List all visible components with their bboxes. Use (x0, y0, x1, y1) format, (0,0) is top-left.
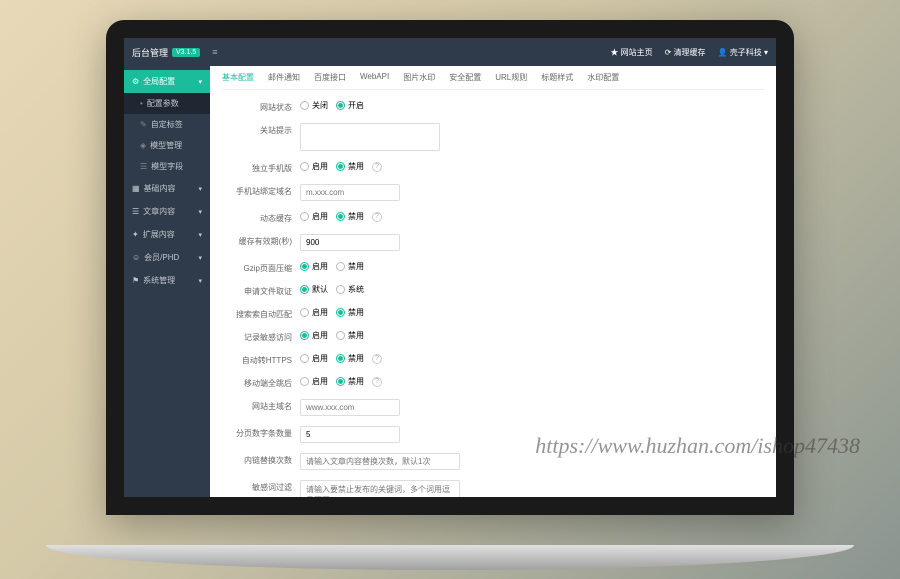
cache-time-label: 缓存有效期(秒) (222, 234, 300, 247)
help-icon[interactable]: ? (372, 377, 382, 387)
search-auto-disable[interactable]: 禁用 (336, 307, 364, 318)
dyn-cache-enable[interactable]: 启用 (300, 211, 328, 222)
app-header: 后台管理 V3.1.5 ≡ ★ 网站主页 ⟳ 清理缓存 👤 壳子科技 ▾ (124, 38, 776, 66)
site-status-close[interactable]: 关闭 (300, 100, 328, 111)
sidebar-item-system[interactable]: ⚑系统管理▾ (124, 269, 210, 292)
mobile-jump-label: 移动端全跳后 (222, 376, 300, 389)
inlink-input[interactable] (300, 453, 460, 470)
tab-mail[interactable]: 邮件通知 (268, 72, 300, 83)
https-disable[interactable]: 禁用 (336, 353, 364, 364)
main-domain-input[interactable] (300, 399, 400, 416)
search-auto-enable[interactable]: 启用 (300, 307, 328, 318)
tab-title[interactable]: 标题样式 (541, 72, 573, 83)
log-disable[interactable]: 禁用 (336, 330, 364, 341)
page-num-input[interactable] (300, 426, 400, 443)
clear-cache-link[interactable]: ⟳ 清理缓存 (665, 47, 706, 58)
mobile-jump-disable[interactable]: 禁用 (336, 376, 364, 387)
tab-baidu[interactable]: 百度接口 (314, 72, 346, 83)
version-badge: V3.1.5 (172, 48, 200, 57)
sidebar-item-global[interactable]: ⚙ 全局配置 ▾ (124, 70, 210, 93)
help-icon[interactable]: ? (372, 354, 382, 364)
inlink-label: 内链替换次数 (222, 453, 300, 466)
sidebar-item-member[interactable]: ☺会员/PHD▾ (124, 246, 210, 269)
mobile-disable[interactable]: 禁用 (336, 161, 364, 172)
sidebar-sub-tags[interactable]: ✎自定标签 (124, 114, 210, 135)
apply-system[interactable]: 系统 (336, 284, 364, 295)
search-auto-label: 搜索索自动匹配 (222, 307, 300, 320)
https-label: 自动转HTTPS (222, 353, 300, 366)
mobile-enable[interactable]: 启用 (300, 161, 328, 172)
menu-toggle-icon[interactable]: ≡ (212, 47, 217, 57)
user-menu[interactable]: 👤 壳子科技 ▾ (718, 47, 768, 58)
tab-security[interactable]: 安全配置 (449, 72, 481, 83)
sidebar-item-base[interactable]: ▦基础内容▾ (124, 177, 210, 200)
mobile-domain-label: 手机站绑定域名 (222, 184, 300, 197)
tab-wm2[interactable]: 水印配置 (587, 72, 619, 83)
log-enable[interactable]: 启用 (300, 330, 328, 341)
sidebar-sub-fields[interactable]: ☰模型字段 (124, 156, 210, 177)
sidebar-sub-model[interactable]: ◈模型管理 (124, 135, 210, 156)
main-panel: 基本配置 邮件通知 百度接口 WebAPI 图片水印 安全配置 URL规则 标题… (210, 66, 776, 497)
help-icon[interactable]: ? (372, 212, 382, 222)
site-status-open[interactable]: 开启 (336, 100, 364, 111)
sidebar-item-ext[interactable]: ✦扩展内容▾ (124, 223, 210, 246)
tab-webapi[interactable]: WebAPI (360, 72, 389, 83)
filter-textarea[interactable] (300, 480, 460, 497)
gzip-disable[interactable]: 禁用 (336, 261, 364, 272)
dyn-cache-label: 动态缓存 (222, 211, 300, 224)
mobile-label: 独立手机版 (222, 161, 300, 174)
tab-watermark[interactable]: 图片水印 (403, 72, 435, 83)
filter-label: 敏感词过滤 (222, 480, 300, 493)
gzip-label: Gzip页面压缩 (222, 261, 300, 274)
apply-default[interactable]: 默认 (300, 284, 328, 295)
app-title: 后台管理 (132, 46, 168, 59)
close-tip-textarea[interactable] (300, 123, 440, 151)
sidebar-item-article[interactable]: ☰文章内容▾ (124, 200, 210, 223)
tab-url[interactable]: URL规则 (495, 72, 527, 83)
dyn-cache-disable[interactable]: 禁用 (336, 211, 364, 222)
page-num-label: 分页数字条数量 (222, 426, 300, 439)
close-tip-label: 关站提示 (222, 123, 300, 136)
tab-bar: 基本配置 邮件通知 百度接口 WebAPI 图片水印 安全配置 URL规则 标题… (222, 72, 764, 90)
sidebar: ⚙ 全局配置 ▾ •配置参数 ✎自定标签 ◈模型管理 ☰模型字段 ▦基础内容▾ … (124, 66, 210, 497)
log-label: 记录敏感访问 (222, 330, 300, 343)
https-enable[interactable]: 启用 (300, 353, 328, 364)
mobile-jump-enable[interactable]: 启用 (300, 376, 328, 387)
help-icon[interactable]: ? (372, 162, 382, 172)
cache-time-input[interactable] (300, 234, 400, 251)
home-link[interactable]: ★ 网站主页 (610, 47, 652, 58)
gzip-enable[interactable]: 启用 (300, 261, 328, 272)
main-domain-label: 网站主域名 (222, 399, 300, 412)
apply-label: 申请文件取证 (222, 284, 300, 297)
tab-basic[interactable]: 基本配置 (222, 72, 254, 83)
sidebar-sub-config[interactable]: •配置参数 (124, 93, 210, 114)
gear-icon: ⚙ (132, 77, 139, 86)
site-status-label: 网站状态 (222, 100, 300, 113)
chevron-down-icon: ▾ (198, 78, 202, 86)
laptop-base (46, 545, 854, 570)
mobile-domain-input[interactable] (300, 184, 400, 201)
